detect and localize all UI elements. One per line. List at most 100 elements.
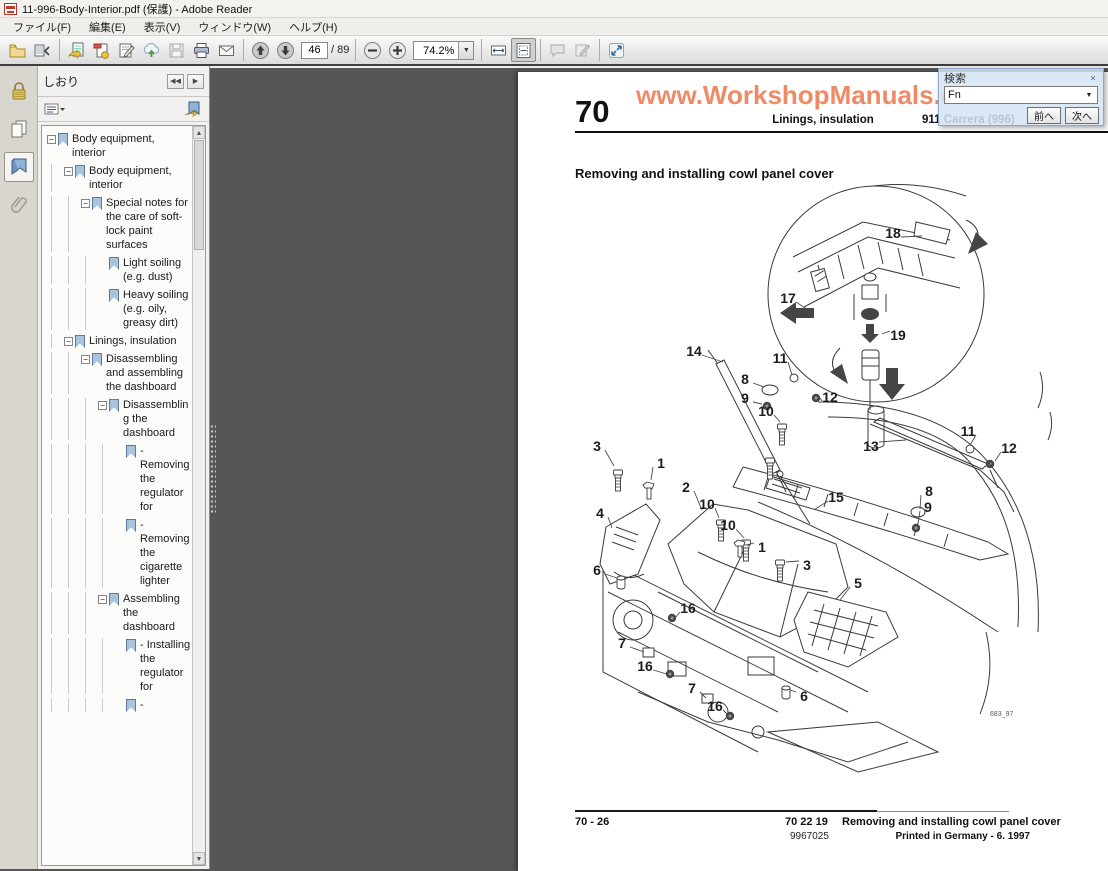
bookmark-item[interactable]: - <box>44 696 191 714</box>
search-overlay: 検索 × Fn ▼ 前へ 次へ <box>938 68 1104 126</box>
scrollbar-track[interactable] <box>193 251 205 852</box>
bookmark-expander-icon[interactable]: − <box>64 337 73 346</box>
bookmark-expander-icon[interactable]: − <box>81 199 90 208</box>
tree-guide <box>51 638 64 694</box>
bookmark-expander-icon[interactable]: − <box>64 167 73 176</box>
bookmark-label: Disassembling the dashboard <box>123 399 189 439</box>
search-input[interactable]: Fn ▼ <box>944 86 1098 104</box>
zoom-in-button[interactable] <box>385 38 410 62</box>
tree-guide <box>51 256 64 284</box>
print-button[interactable] <box>189 38 214 62</box>
page-number-input[interactable] <box>301 41 328 59</box>
open-button[interactable] <box>5 38 30 62</box>
footer-rule <box>575 810 877 812</box>
bookmark-item[interactable]: − Body equipment, interior <box>44 130 191 162</box>
bookmark-label: - Installing the regulator for <box>140 639 191 693</box>
comment-button[interactable] <box>545 38 570 62</box>
tree-guide <box>68 444 81 514</box>
bookmark-label: Assembling the dashboard <box>123 593 180 633</box>
toolbar-separator <box>243 39 244 61</box>
diagram-callout: 11 <box>961 423 976 439</box>
tree-guide <box>102 698 115 712</box>
search-dropdown-arrow-icon[interactable]: ▼ <box>1081 87 1097 103</box>
save-button[interactable] <box>164 38 189 62</box>
navigation-pane-strip <box>0 66 38 869</box>
bookmark-item[interactable]: − Assembling the dashboard <box>44 590 191 636</box>
menu-item[interactable]: ヘルプ(H) <box>280 18 346 36</box>
bookmark-expander-icon[interactable]: − <box>98 401 107 410</box>
sign-page-button[interactable] <box>114 38 139 62</box>
menu-item[interactable]: ファイル(F) <box>4 18 80 36</box>
menu-item[interactable]: 編集(E) <box>80 18 135 36</box>
collapse-panel-button[interactable]: ◀◀ <box>167 73 184 89</box>
upload-cloud-icon <box>143 42 160 57</box>
create-pdf-button[interactable] <box>89 38 114 62</box>
fit-width-icon <box>491 45 507 55</box>
bookmark-item[interactable]: - Removing the cigarette lighter <box>44 516 191 590</box>
diagram-callout: 5 <box>854 575 862 591</box>
upload-cloud-button[interactable] <box>139 38 164 62</box>
bookmark-item[interactable]: - Removing the regulator for <box>44 442 191 516</box>
bookmark-label: Special notes for the care of soft-lock … <box>106 197 188 251</box>
toolbar-separator <box>481 39 483 61</box>
menu-item[interactable]: 表示(V) <box>135 18 190 36</box>
fit-page-button[interactable] <box>511 38 537 62</box>
bookmark-options-icon[interactable] <box>44 101 66 117</box>
previous-page-button[interactable] <box>248 38 273 62</box>
new-bookmark-icon[interactable] <box>183 100 203 118</box>
sign-pane-button[interactable] <box>570 38 595 62</box>
bookmark-item[interactable]: Heavy soiling (e.g. oily, greasy dirt) <box>44 286 191 332</box>
zoom-level-combo[interactable]: 74.2% ▼ <box>413 40 475 60</box>
bookmark-expander-icon[interactable]: − <box>47 135 56 144</box>
bookmark-label: - <box>140 699 144 711</box>
zoom-dropdown-arrow-icon[interactable]: ▼ <box>458 41 474 59</box>
fit-width-button[interactable] <box>486 38 511 62</box>
bookmark-item[interactable]: − Disassembling the dashboard <box>44 396 191 442</box>
bookmark-item[interactable]: − Body equipment, interior <box>44 162 191 194</box>
tree-guide <box>51 398 64 440</box>
zoom-out-button[interactable] <box>360 38 385 62</box>
sidebar-scrollbar[interactable]: ▲ ▼ <box>192 126 205 865</box>
bookmark-item[interactable]: Light soiling (e.g. dust) <box>44 254 191 286</box>
bookmark-item[interactable]: − Linings, insulation <box>44 332 191 350</box>
footer-printed-label: Printed in Germany - 6. 1997 <box>895 831 1031 842</box>
bookmarks-panel-button[interactable] <box>3 152 34 182</box>
comment-icon <box>550 44 565 57</box>
security-settings-button[interactable] <box>4 76 34 106</box>
email-button[interactable] <box>214 38 239 62</box>
page-thumbnails-button[interactable] <box>4 114 34 144</box>
bookmark-item[interactable]: − Special notes for the care of soft-lock… <box>44 194 191 254</box>
bookmarks-icon <box>11 158 26 175</box>
tree-guide <box>68 256 81 284</box>
share-button[interactable] <box>64 38 89 62</box>
tree-guide <box>51 352 64 394</box>
panel-splitter-handle[interactable] <box>210 423 216 514</box>
menu-item[interactable]: ウィンドウ(W) <box>189 18 280 36</box>
diagram-callout: 3 <box>593 438 601 454</box>
search-next-button[interactable]: 次へ <box>1065 107 1099 124</box>
scroll-up-icon[interactable]: ▲ <box>193 126 205 139</box>
expand-panel-button[interactable]: ▶ <box>187 73 204 89</box>
fullscreen-button[interactable] <box>604 38 629 62</box>
close-icon[interactable]: × <box>1088 73 1098 83</box>
tree-guide <box>85 444 98 514</box>
recent-files-button[interactable] <box>30 38 55 62</box>
tree-guide <box>68 518 81 588</box>
toolbar-separator <box>599 39 601 61</box>
diagram-callout: 15 <box>828 489 844 505</box>
diagram-callout: 1 <box>758 539 766 555</box>
bookmark-expander-icon[interactable]: − <box>98 595 107 604</box>
bookmark-item[interactable]: - Installing the regulator for <box>44 636 191 696</box>
attachments-panel-button[interactable] <box>4 190 34 220</box>
email-icon <box>219 45 234 56</box>
next-page-button[interactable] <box>273 38 298 62</box>
diagram-callout: 14 <box>686 343 702 359</box>
diagram-callout: 7 <box>688 680 696 696</box>
bookmark-expander-icon[interactable]: − <box>81 355 90 364</box>
tree-guide <box>68 398 81 440</box>
scroll-down-icon[interactable]: ▼ <box>193 852 205 865</box>
search-previous-button[interactable]: 前へ <box>1027 107 1061 124</box>
bookmark-item[interactable]: − Disassembling and assembling the dashbo… <box>44 350 191 396</box>
scrollbar-thumb[interactable] <box>194 140 204 250</box>
footer-doc-number: 9967025 <box>790 831 829 842</box>
